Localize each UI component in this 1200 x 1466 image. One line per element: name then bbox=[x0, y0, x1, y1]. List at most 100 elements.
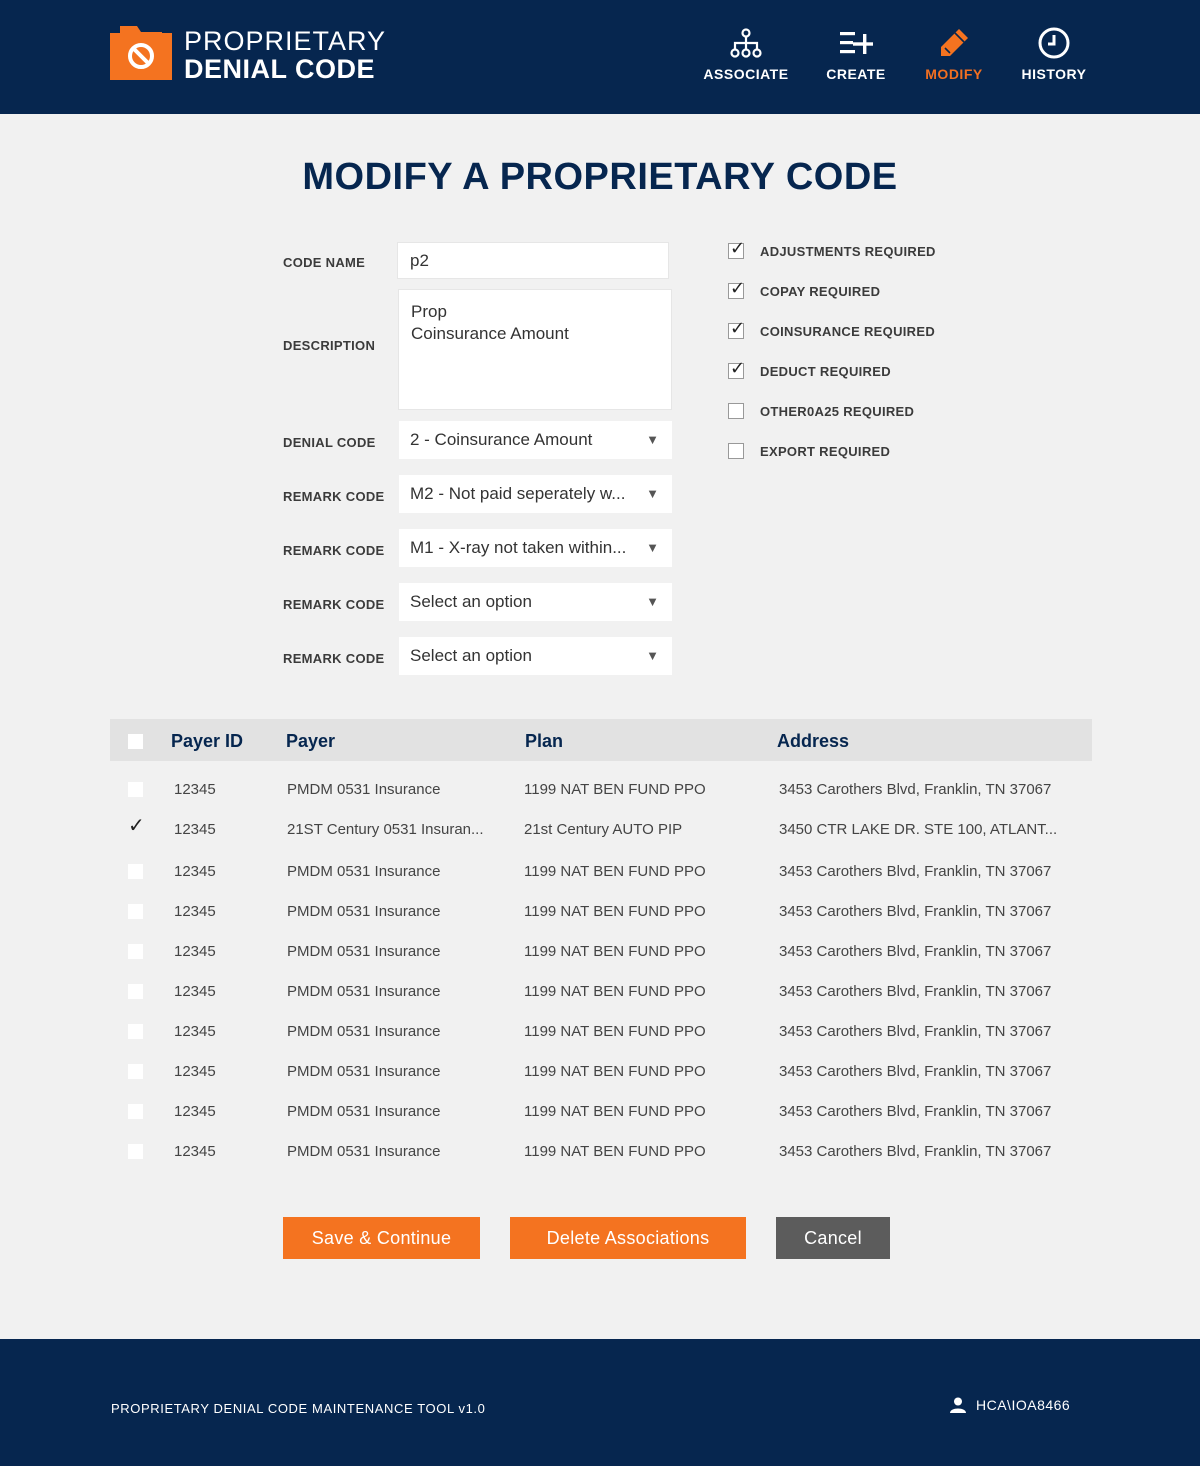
deduct-required-checkbox[interactable]: DEDUCT REQUIRED bbox=[728, 358, 891, 381]
footer-tool-name: PROPRIETARY DENIAL CODE MAINTENANCE TOOL… bbox=[111, 1401, 486, 1416]
table-row[interactable]: 12345 PMDM 0531 Insurance 1199 NAT BEN FUN… bbox=[110, 1012, 1092, 1052]
table-row[interactable]: 12345 PMDM 0531 Insurance 1199 NAT BEN FUN… bbox=[110, 770, 1092, 810]
cell-address: 3453 Carothers Blvd, Franklin, TN 37067 bbox=[779, 1143, 1052, 1160]
nav-history[interactable]: HISTORY bbox=[1020, 26, 1088, 88]
checkbox-box[interactable] bbox=[728, 443, 744, 459]
row-checkbox[interactable] bbox=[128, 1144, 143, 1159]
code-name-input[interactable]: p2 bbox=[397, 242, 669, 279]
cell-payer: PMDM 0531 Insurance bbox=[287, 1143, 441, 1160]
other0a25-required-checkbox[interactable]: OTHER0A25 REQUIRED bbox=[728, 401, 914, 421]
description-label: DESCRIPTION bbox=[283, 338, 376, 353]
cell-payer-id: 12345 bbox=[174, 781, 216, 798]
remark-code-label-1: REMARK CODE bbox=[283, 489, 385, 504]
row-checkbox[interactable] bbox=[128, 904, 143, 919]
logo-line2: DENIAL CODE bbox=[184, 54, 376, 84]
nav-modify-label: MODIFY bbox=[925, 66, 983, 82]
cell-payer: PMDM 0531 Insurance bbox=[287, 1103, 441, 1120]
table-row[interactable]: 12345 PMDM 0531 Insurance 1199 NAT BEN FUN… bbox=[110, 1132, 1092, 1172]
footer-username: HCA\IOA8466 bbox=[976, 1397, 1071, 1413]
payer-table-header: Payer ID Payer Plan Address bbox=[110, 719, 1092, 761]
table-row[interactable]: 12345 PMDM 0531 Insurance 1199 NAT BEN FUN… bbox=[110, 932, 1092, 972]
checkbox-box[interactable] bbox=[728, 403, 744, 419]
table-row[interactable]: 12345 PMDM 0531 Insurance 1199 NAT BEN FUN… bbox=[110, 1092, 1092, 1132]
user-icon bbox=[950, 1397, 966, 1413]
cell-payer: PMDM 0531 Insurance bbox=[287, 781, 441, 798]
remark-code-value-2: M1 - X-ray not taken within... bbox=[410, 538, 627, 557]
row-checkbox[interactable] bbox=[128, 1064, 143, 1079]
nav-create[interactable]: CREATE bbox=[826, 26, 886, 88]
cell-address: 3453 Carothers Blvd, Franklin, TN 37067 bbox=[779, 943, 1052, 960]
cell-payer-id: 12345 bbox=[174, 1103, 216, 1120]
nav-modify[interactable]: MODIFY bbox=[922, 26, 986, 88]
row-checkbox[interactable] bbox=[128, 782, 143, 797]
cell-address: 3450 CTR LAKE DR. STE 100, ATLANT... bbox=[779, 821, 1058, 838]
remark-code-label-2: REMARK CODE bbox=[283, 543, 385, 558]
cell-payer-id: 12345 bbox=[174, 943, 216, 960]
cancel-button[interactable]: Cancel bbox=[776, 1217, 890, 1259]
checkbox-box[interactable] bbox=[728, 318, 745, 339]
nav-associate-label: ASSOCIATE bbox=[703, 66, 789, 82]
checkbox-box[interactable] bbox=[728, 238, 745, 259]
remark-code-select-2[interactable]: M1 - X-ray not taken within... ▼ bbox=[399, 529, 672, 567]
col-payer-id[interactable]: Payer ID bbox=[171, 731, 243, 752]
folder-block-icon bbox=[110, 26, 172, 80]
remark-code-select-1[interactable]: M2 - Not paid seperately w... ▼ bbox=[399, 475, 672, 513]
col-address[interactable]: Address bbox=[777, 731, 849, 752]
app-footer: PROPRIETARY DENIAL CODE MAINTENANCE TOOL… bbox=[0, 1339, 1200, 1466]
row-checkbox-checked[interactable]: ✓ bbox=[128, 813, 145, 837]
cell-plan: 1199 NAT BEN FUND PPO bbox=[524, 781, 706, 798]
adjustments-required-checkbox[interactable]: ADJUSTMENTS REQUIRED bbox=[728, 238, 936, 261]
row-checkbox[interactable] bbox=[128, 1024, 143, 1039]
cell-payer-id: 12345 bbox=[174, 983, 216, 1000]
cell-payer-id: 12345 bbox=[174, 1063, 216, 1080]
cell-payer: PMDM 0531 Insurance bbox=[287, 903, 441, 920]
remark-code-label-4: REMARK CODE bbox=[283, 651, 385, 666]
dropdown-arrow-icon: ▼ bbox=[646, 486, 659, 501]
cell-plan: 21st Century AUTO PIP bbox=[524, 821, 683, 838]
table-row[interactable]: 12345 PMDM 0531 Insurance 1199 NAT BEN FUN… bbox=[110, 892, 1092, 932]
dropdown-arrow-icon: ▼ bbox=[646, 648, 659, 663]
checkbox-label: ADJUSTMENTS REQUIRED bbox=[760, 243, 936, 259]
table-row[interactable]: 12345 PMDM 0531 Insurance 1199 NAT BEN FUN… bbox=[110, 1052, 1092, 1092]
cell-plan: 1199 NAT BEN FUND PPO bbox=[524, 943, 706, 960]
select-all-checkbox[interactable] bbox=[128, 734, 143, 749]
remark-code-label-3: REMARK CODE bbox=[283, 597, 385, 612]
checkbox-box[interactable] bbox=[728, 358, 745, 379]
dropdown-arrow-icon: ▼ bbox=[646, 432, 659, 447]
cell-address: 3453 Carothers Blvd, Franklin, TN 37067 bbox=[779, 1023, 1052, 1040]
description-line2: Coinsurance Amount bbox=[411, 324, 569, 343]
export-required-checkbox[interactable]: EXPORT REQUIRED bbox=[728, 441, 890, 461]
cell-address: 3453 Carothers Blvd, Franklin, TN 37067 bbox=[779, 781, 1052, 798]
clock-icon bbox=[1038, 27, 1070, 59]
cell-payer: PMDM 0531 Insurance bbox=[287, 1063, 441, 1080]
description-textarea[interactable]: Prop Coinsurance Amount bbox=[398, 289, 672, 410]
table-row[interactable]: 12345 PMDM 0531 Insurance 1199 NAT BEN FUN… bbox=[110, 972, 1092, 1012]
cell-plan: 1199 NAT BEN FUND PPO bbox=[524, 863, 706, 880]
cell-payer-id: 12345 bbox=[174, 821, 216, 838]
cell-payer-id: 12345 bbox=[174, 863, 216, 880]
cell-payer-id: 12345 bbox=[174, 1023, 216, 1040]
remark-code-select-3[interactable]: Select an option ▼ bbox=[399, 583, 672, 621]
app-logo[interactable]: PROPRIETARY DENIAL CODE bbox=[110, 26, 410, 86]
remark-code-value-1: M2 - Not paid seperately w... bbox=[410, 484, 626, 503]
remark-code-select-4[interactable]: Select an option ▼ bbox=[399, 637, 672, 675]
cell-payer: 21ST Century 0531 Insuran... bbox=[287, 821, 484, 838]
delete-associations-button[interactable]: Delete Associations bbox=[510, 1217, 746, 1259]
row-checkbox[interactable] bbox=[128, 944, 143, 959]
footer-user[interactable]: HCA\IOA8466 bbox=[950, 1397, 1070, 1413]
code-name-label: CODE NAME bbox=[283, 255, 366, 270]
row-checkbox[interactable] bbox=[128, 984, 143, 999]
table-row[interactable]: ✓ 12345 21ST Century 0531 Insuran... 21st C… bbox=[110, 810, 1092, 850]
denial-code-select[interactable]: 2 - Coinsurance Amount ▼ bbox=[399, 421, 672, 459]
row-checkbox[interactable] bbox=[128, 864, 143, 879]
save-continue-button[interactable]: Save & Continue bbox=[283, 1217, 480, 1259]
copay-required-checkbox[interactable]: COPAY REQUIRED bbox=[728, 278, 880, 301]
coinsurance-required-checkbox[interactable]: COINSURANCE REQUIRED bbox=[728, 318, 935, 341]
cell-payer: PMDM 0531 Insurance bbox=[287, 943, 441, 960]
col-payer[interactable]: Payer bbox=[286, 731, 335, 752]
col-plan[interactable]: Plan bbox=[525, 731, 563, 752]
table-row[interactable]: 12345 PMDM 0531 Insurance 1199 NAT BEN FUN… bbox=[110, 852, 1092, 892]
nav-associate[interactable]: ASSOCIATE bbox=[703, 26, 789, 88]
checkbox-box[interactable] bbox=[728, 278, 745, 299]
row-checkbox[interactable] bbox=[128, 1104, 143, 1119]
